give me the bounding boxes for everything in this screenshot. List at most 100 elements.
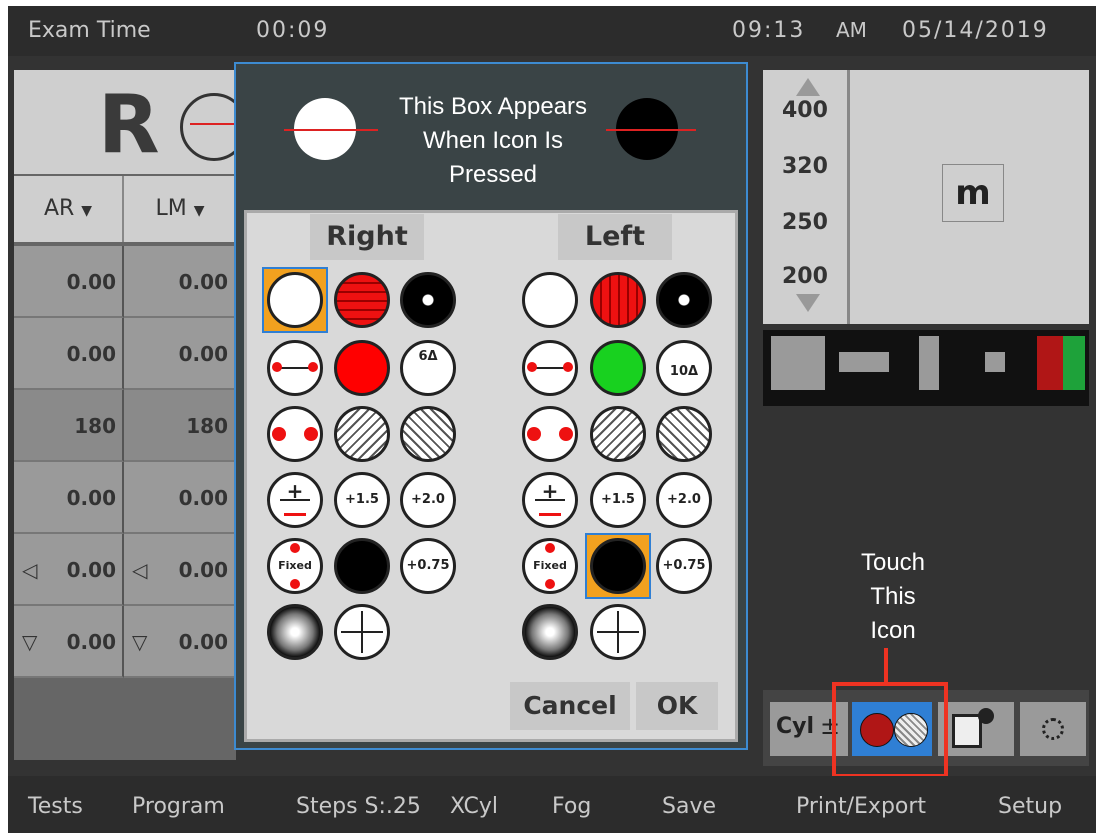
- menu-tests[interactable]: Tests: [28, 794, 83, 819]
- retinoscopy-lens-icon[interactable]: [267, 604, 323, 660]
- lens-label: +1.5: [601, 492, 635, 507]
- target-selector-bar: [763, 330, 1089, 406]
- polarized-left-icon[interactable]: [590, 406, 646, 462]
- lm-cell[interactable]: 0.00: [124, 318, 236, 390]
- preview-line: [606, 129, 696, 131]
- prism-label: 10Δ: [669, 364, 699, 379]
- open-lens-icon[interactable]: [267, 272, 323, 328]
- fixed-prism-icon[interactable]: Fixed: [267, 538, 323, 594]
- ar-cell[interactable]: ▽ 0.00: [14, 606, 124, 678]
- plus-0-75-icon[interactable]: +0.75: [400, 538, 456, 594]
- green-filter-icon[interactable]: [590, 340, 646, 396]
- vertical-prism-icon[interactable]: [267, 406, 323, 462]
- menu-program[interactable]: Program: [132, 794, 225, 819]
- column-lm[interactable]: LM ▼: [124, 176, 238, 242]
- exam-time-value: 00:09: [256, 18, 330, 43]
- split-prism-icon[interactable]: [522, 340, 578, 396]
- red-dot: [527, 427, 541, 441]
- small-square-icon[interactable]: [985, 352, 1005, 372]
- column-ar[interactable]: AR ▼: [14, 176, 124, 242]
- pinhole-icon[interactable]: [656, 272, 712, 328]
- red-maddox-horizontal-icon[interactable]: [334, 272, 390, 328]
- dot-icon: [978, 708, 994, 724]
- export-icon[interactable]: [938, 702, 1014, 756]
- square-target-icon[interactable]: [771, 336, 825, 390]
- fixed-prism-icon[interactable]: Fixed: [522, 538, 578, 594]
- ar-value: 0.00: [66, 630, 116, 654]
- scale-value[interactable]: 400: [782, 98, 828, 123]
- ar-cell[interactable]: 180: [14, 390, 124, 462]
- plus-0-75-icon[interactable]: +0.75: [656, 538, 712, 594]
- menu-save[interactable]: Save: [662, 794, 716, 819]
- red-dot: [304, 427, 318, 441]
- menu-setup[interactable]: Setup: [998, 794, 1062, 819]
- vertical-prism-icon[interactable]: [522, 406, 578, 462]
- lens-label: +0.75: [662, 558, 706, 573]
- fixed-label: Fixed: [533, 559, 567, 572]
- status-bar: Exam Time 00:09 09:13 AM 05/14/2019: [8, 6, 1096, 56]
- red-dot: [527, 362, 537, 372]
- annotation-highlight-box: [832, 682, 948, 778]
- prism-base-marker: ▽: [132, 630, 148, 654]
- lens-label: +0.75: [406, 558, 450, 573]
- ar-cell[interactable]: 0.00: [14, 318, 124, 390]
- red-green-icon[interactable]: [1037, 336, 1065, 390]
- prism-label: 6Δ: [418, 349, 438, 364]
- prism-6-icon[interactable]: 6Δ: [400, 340, 456, 396]
- menu-fog[interactable]: Fog: [552, 794, 591, 819]
- red-dot: [290, 543, 300, 553]
- ar-cell[interactable]: 0.00: [14, 246, 124, 318]
- bottom-menu: Tests Program Steps S:.25 XCyl Fog Save …: [8, 776, 1096, 833]
- scale-value[interactable]: 200: [782, 264, 828, 289]
- ar-cell[interactable]: ◁ 0.00: [14, 534, 124, 606]
- arrow-down-icon[interactable]: [796, 294, 820, 312]
- polarized-right-icon[interactable]: [400, 406, 456, 462]
- divider: [280, 499, 310, 501]
- dialog-note: This Box Appears When Icon Is Pressed: [376, 90, 610, 192]
- red-maddox-vertical-icon[interactable]: [590, 272, 646, 328]
- scale-value[interactable]: 320: [782, 154, 828, 179]
- lm-cell[interactable]: 0.00: [124, 246, 236, 318]
- polarized-left-icon[interactable]: [334, 406, 390, 462]
- plus-2-0-icon[interactable]: +2.0: [400, 472, 456, 528]
- cross-cylinder-icon[interactable]: +: [522, 472, 578, 528]
- cancel-button[interactable]: Cancel: [510, 682, 630, 730]
- scale-value[interactable]: 250: [782, 210, 828, 235]
- preview-line: [284, 129, 378, 131]
- plus-2-0-icon[interactable]: +2.0: [656, 472, 712, 528]
- menu-print-export[interactable]: Print/Export: [796, 794, 926, 819]
- crosshair-icon[interactable]: [590, 604, 646, 660]
- retinoscopy-lens-icon[interactable]: [522, 604, 578, 660]
- cyl-label: Cyl: [776, 714, 815, 739]
- plus-1-5-icon[interactable]: +1.5: [334, 472, 390, 528]
- clock-ampm: AM: [836, 18, 867, 42]
- lm-cell[interactable]: ◁ 0.00: [124, 534, 236, 606]
- open-lens-icon[interactable]: [522, 272, 578, 328]
- ok-button[interactable]: OK: [636, 682, 718, 730]
- lm-cell[interactable]: 180: [124, 390, 236, 462]
- crosshair-h: [597, 631, 639, 633]
- ar-cell[interactable]: 0.00: [14, 462, 124, 534]
- annotation-pointer: [884, 648, 888, 682]
- plus-1-5-icon[interactable]: +1.5: [590, 472, 646, 528]
- lm-cell[interactable]: ▽ 0.00: [124, 606, 236, 678]
- green-half: [1063, 336, 1085, 390]
- vertical-bar-icon[interactable]: [919, 336, 939, 390]
- occluded-lens-icon[interactable]: [590, 538, 646, 594]
- arrow-up-icon[interactable]: [796, 78, 820, 96]
- split-prism-icon[interactable]: [267, 340, 323, 396]
- menu-xcyl[interactable]: XCyl: [450, 794, 498, 819]
- horizontal-bar-icon[interactable]: [839, 352, 889, 372]
- pinhole-icon[interactable]: [400, 272, 456, 328]
- cross-cylinder-icon[interactable]: +: [267, 472, 323, 528]
- polarized-right-icon[interactable]: [656, 406, 712, 462]
- crosshair-icon[interactable]: [334, 604, 390, 660]
- column-lm-label: LM: [155, 196, 187, 221]
- occluded-lens-icon[interactable]: [334, 538, 390, 594]
- menu-steps[interactable]: Steps S:.25: [296, 794, 421, 819]
- red-filter-icon[interactable]: [334, 340, 390, 396]
- lm-cell[interactable]: 0.00: [124, 462, 236, 534]
- brightness-icon[interactable]: [1020, 702, 1086, 756]
- chevron-down-icon: ▼: [193, 203, 205, 219]
- prism-10-icon[interactable]: 10Δ: [656, 340, 712, 396]
